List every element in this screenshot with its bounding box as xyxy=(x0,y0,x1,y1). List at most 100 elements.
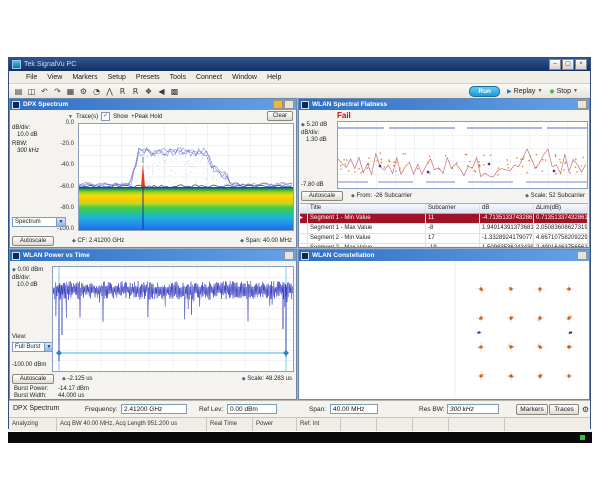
menubar: FileViewMarkersSetupPresetsToolsConnectW… xyxy=(9,71,590,84)
table-cell: Segment 2 - Min Value xyxy=(308,234,426,243)
app-icon xyxy=(12,60,21,69)
dpx-view-select[interactable]: Spectrum ▼ xyxy=(12,217,66,227)
dpx-autoscale-button[interactable]: Autoscale xyxy=(12,236,54,246)
replay-button[interactable]: ▶ Replay ▼ xyxy=(507,88,542,95)
frequency-label: Frequency: xyxy=(85,406,118,413)
span-input[interactable]: 40.00 MHz xyxy=(330,404,378,414)
burst-power-label: Burst Power: xyxy=(14,386,48,392)
menu-help[interactable]: Help xyxy=(262,74,286,81)
constellation-plot[interactable] xyxy=(300,261,589,399)
flatness-scale-readout[interactable]: ◆ Scale: 52 Subcarrier xyxy=(525,193,585,199)
pvt-view-select[interactable]: Full Burst ▼ xyxy=(12,342,54,352)
pvt-bottom-readout: -100.00 dBm xyxy=(12,362,46,368)
audio-icon[interactable]: ◀ xyxy=(156,86,167,97)
status-cell: Acq BW 40.00 MHz, Acq Length 951.200 us xyxy=(57,418,207,431)
status-cell xyxy=(377,418,413,431)
menu-window[interactable]: Window xyxy=(227,74,262,81)
marker-icon: ◆ xyxy=(62,376,66,382)
flatness-table-row[interactable]: Segment 2 - Max Value-191.50983536243439… xyxy=(300,244,588,248)
ref-lev-input[interactable]: 0.00 dBm xyxy=(227,404,277,414)
marker-icon: ◆ xyxy=(72,238,76,244)
dpx-cf-readout[interactable]: ◆ CF: 2.41200 GHz xyxy=(72,238,124,244)
pvt-x-scale-readout[interactable]: ◆ Scale: 48.283 us xyxy=(242,376,292,382)
table-cell: Segment 1 - Min Value xyxy=(308,214,426,223)
pvt-x-start-readout[interactable]: ◆ -2.125 us xyxy=(62,376,93,382)
menu-tools[interactable]: Tools xyxy=(165,74,191,81)
flatness-from-readout[interactable]: ◆ From: -26 Subcarrier xyxy=(351,193,412,199)
flatness-titlebar[interactable]: WLAN Spectral Flatness xyxy=(299,99,589,110)
flatness-autoscale-button[interactable]: Autoscale xyxy=(301,191,343,201)
menu-setup[interactable]: Setup xyxy=(103,74,131,81)
save-icon[interactable]: ◫ xyxy=(26,86,37,97)
ref-lev-label: Ref Lev: xyxy=(199,406,223,413)
menu-presets[interactable]: Presets xyxy=(131,74,165,81)
flatness-table-row[interactable]: Segment 1 - Max Value-81.949143913736812… xyxy=(300,224,588,234)
status-cell: Power xyxy=(253,418,297,431)
frequency-input[interactable]: 2.41200 GHz xyxy=(121,404,187,414)
collapse-icon[interactable]: ▼ xyxy=(68,114,73,120)
dpx-y-tick: 0.0 xyxy=(66,120,74,126)
acquisition-icon[interactable]: ◔ xyxy=(91,86,102,97)
traces-label: Trace(s) xyxy=(76,114,98,120)
peak-search-icon[interactable]: ⋀ xyxy=(104,86,115,97)
flatness-results-table: TitleSubcarrierdBΔLim(dB)▸Segment 1 - Mi… xyxy=(300,203,588,246)
undo-icon[interactable]: ↶ xyxy=(39,86,50,97)
menu-markers[interactable]: Markers xyxy=(67,74,102,81)
touch-icon[interactable]: ❖ xyxy=(143,86,154,97)
run-button[interactable]: Run xyxy=(469,86,500,97)
chevron-down-icon: ▼ xyxy=(56,218,65,226)
redo-icon[interactable]: ↷ xyxy=(52,86,63,97)
constellation-title: WLAN Constellation xyxy=(312,252,374,259)
status-bar: AnalyzingAcq BW 40.00 MHz, Acq Length 95… xyxy=(9,417,590,431)
res-bw-input[interactable]: 300 kHz xyxy=(447,404,499,414)
menu-connect[interactable]: Connect xyxy=(191,74,227,81)
flatness-table-row[interactable]: ▸Segment 1 - Min Value11-4.7135133743286… xyxy=(300,214,588,224)
clear-button[interactable]: Clear xyxy=(267,111,293,121)
burst-power-value: -14.17 dBm xyxy=(58,386,89,392)
pvt-plot[interactable] xyxy=(52,266,294,372)
tray-icon xyxy=(580,435,585,440)
gear-icon[interactable]: ⚙ xyxy=(582,405,589,414)
pvt-title: WLAN Power vs Time xyxy=(23,252,90,259)
dpx-spectrum-plot[interactable] xyxy=(78,123,294,231)
pvt-autoscale-button[interactable]: Autoscale xyxy=(12,374,54,384)
marker-next-icon[interactable]: R xyxy=(130,86,141,97)
presets-icon[interactable]: ▩ xyxy=(169,86,180,97)
status-cell xyxy=(505,418,590,431)
stop-button[interactable]: ◉ Stop ▼ xyxy=(549,88,578,95)
close-icon[interactable]: × xyxy=(575,59,587,70)
taskbar[interactable] xyxy=(8,432,592,443)
dpx-menu-button[interactable] xyxy=(284,100,294,109)
menu-view[interactable]: View xyxy=(42,74,67,81)
open-icon[interactable]: ▤ xyxy=(13,86,24,97)
pvt-menu-button[interactable] xyxy=(284,251,294,260)
span-label: Span: xyxy=(309,406,326,413)
traces-button[interactable]: Traces xyxy=(549,404,579,415)
window-titlebar[interactable]: Tek SignalVu PC – ▢ × xyxy=(9,58,590,71)
rbw-value: 300 kHz xyxy=(17,148,39,154)
constellation-menu-button[interactable] xyxy=(577,251,587,260)
marker-peak-icon[interactable]: R xyxy=(117,86,128,97)
menu-file[interactable]: File xyxy=(21,74,42,81)
status-cell: Real Time xyxy=(207,418,253,431)
flatness-plot[interactable] xyxy=(337,121,588,189)
marker-icon: ◆ xyxy=(525,193,529,199)
stop-label: Stop xyxy=(557,88,571,95)
flatness-table-row[interactable]: Segment 2 - Min Value17-1.33289241790771… xyxy=(300,234,588,244)
pvt-titlebar[interactable]: WLAN Power vs Time xyxy=(10,250,296,261)
flatness-menu-button[interactable] xyxy=(577,100,587,109)
print-icon[interactable]: ▦ xyxy=(65,86,76,97)
minimize-icon[interactable]: – xyxy=(549,59,561,70)
table-cell: -4.71351337432861 xyxy=(480,214,534,223)
dpx-titlebar[interactable]: DPX Spectrum xyxy=(10,99,296,110)
settings-icon[interactable]: ⚙ xyxy=(78,86,89,97)
dpx-pin-button[interactable] xyxy=(273,100,283,109)
panel-wlan-power-vs-time: WLAN Power vs Time ◆ 0.00 dBm dB/div: 10… xyxy=(9,249,297,400)
status-cell xyxy=(413,418,449,431)
dpx-span-readout[interactable]: ◆ Span: 40.00 MHz xyxy=(240,238,292,244)
show-checkbox[interactable]: ✓ xyxy=(101,112,110,121)
constellation-titlebar[interactable]: WLAN Constellation xyxy=(299,250,589,261)
maximize-icon[interactable]: ▢ xyxy=(562,59,574,70)
acquisition-controls: Run ▶ Replay ▼ ◉ Stop ▼ xyxy=(469,86,586,97)
markers-button[interactable]: Markers xyxy=(516,404,548,415)
